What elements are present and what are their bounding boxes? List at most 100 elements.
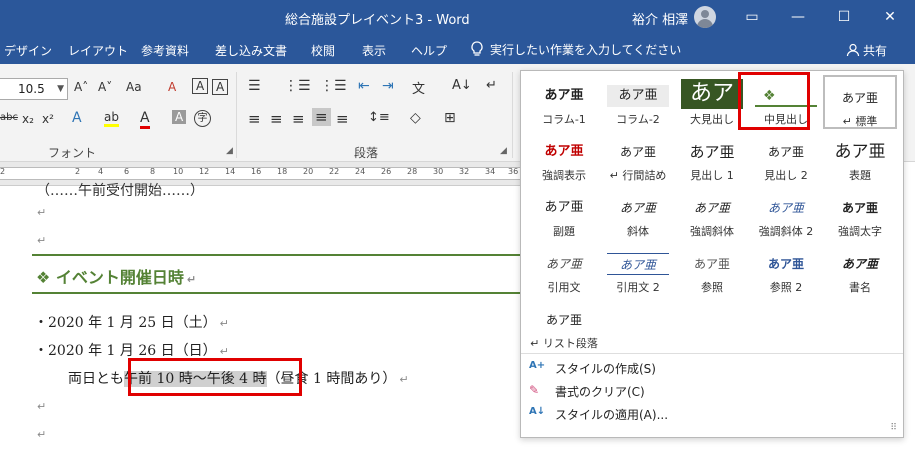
multilevel-list-button[interactable]: ⋮☰ <box>320 78 347 94</box>
clear-formatting-command[interactable]: 書式のクリア(C) <box>555 383 645 400</box>
style-emphasis-display[interactable]: あア亜 強調表示 <box>527 131 601 185</box>
sort-button[interactable]: A↓ <box>452 78 472 93</box>
lightbulb-icon <box>471 41 483 56</box>
increase-indent-button[interactable]: ⇥ <box>382 78 394 94</box>
grow-font-button[interactable]: A˄ <box>74 80 88 94</box>
tab-design[interactable]: デザイン <box>4 42 52 59</box>
style-preview: あア亜 <box>544 88 584 103</box>
user-name[interactable]: 裕介 相澤 <box>632 9 688 28</box>
tab-view[interactable]: 表示 <box>362 42 386 59</box>
align-left-button[interactable]: ≡ <box>248 110 261 128</box>
tab-references[interactable]: 参考資料 <box>141 42 189 59</box>
maximize-button[interactable]: ☐ <box>821 0 867 34</box>
style-column-2[interactable]: あア亜 コラム-2 <box>601 75 675 129</box>
resize-grip-icon[interactable]: ⠿ <box>890 423 897 433</box>
tab-review[interactable]: 校閲 <box>311 42 335 59</box>
ribbon-tab-bar: デザイン レイアウト 参考資料 差し込み文書 校閲 表示 ヘルプ 実行したい作業… <box>0 34 915 64</box>
distributed-button[interactable]: ≡ <box>336 110 349 128</box>
style-list-paragraph[interactable]: あア亜 ↵ リスト段落 <box>527 299 601 353</box>
minimize-button[interactable]: — <box>775 0 821 34</box>
tab-layout[interactable]: レイアウト <box>68 42 128 59</box>
show-marks-button[interactable]: ↵ <box>486 78 497 93</box>
character-shading-button[interactable]: A <box>172 110 187 124</box>
style-subtitle[interactable]: あア亜 副題 <box>527 187 601 241</box>
shading-button[interactable]: ◇ <box>410 110 421 126</box>
character-border-button[interactable]: A <box>212 79 229 95</box>
ruler-number: 8 <box>150 167 156 176</box>
style-name: 強調斜体 <box>690 225 734 238</box>
subscript-button[interactable]: x₂ <box>22 112 34 126</box>
style-quote[interactable]: あア亜 引用文 <box>527 243 601 297</box>
style-preview: あア亜 <box>545 257 582 271</box>
ruler-number: 20 <box>303 167 314 176</box>
numbering-button[interactable]: ⋮☰ <box>284 78 311 94</box>
style-book-title[interactable]: あア亜 書名 <box>823 243 897 297</box>
style-title[interactable]: あア亜 表題 <box>823 131 897 185</box>
apply-styles-command[interactable]: スタイルの適用(A)... <box>555 406 668 423</box>
shrink-font-button[interactable]: A˅ <box>98 80 112 94</box>
style-italic[interactable]: あア亜 斜体 <box>601 187 675 241</box>
style-intense-italic[interactable]: あア亜 強調斜体 <box>675 187 749 241</box>
ruler-number: 12 <box>199 167 210 176</box>
ruler-number: 34 <box>485 167 496 176</box>
font-color-button[interactable]: A <box>140 110 150 129</box>
style-no-spacing[interactable]: あア亜 ↵ 行間詰め <box>601 131 675 185</box>
date-line-1: ・2020 年 1 月 25 日（土） ↵ <box>34 315 229 331</box>
empty-paragraph: ↵ <box>37 234 47 247</box>
font-size-select[interactable]: 10.5 ▼ <box>0 78 68 100</box>
share-button[interactable]: 共有 <box>846 42 887 59</box>
superscript-button[interactable]: x² <box>42 112 54 126</box>
phonetic-guide-button[interactable]: A <box>192 78 209 94</box>
tell-me-text: 実行したい作業を入力してください <box>490 43 682 57</box>
asian-layout-button[interactable]: 文 <box>412 78 425 97</box>
font-size-value: 10.5 <box>18 82 45 96</box>
callout-highlight-selection <box>128 358 302 396</box>
style-column-1[interactable]: あア亜 コラム-1 <box>527 75 601 129</box>
create-style-command[interactable]: スタイルの作成(S) <box>555 360 656 377</box>
borders-button[interactable]: ⊞ <box>444 110 456 126</box>
cut-off-line: （……午前受付開始……） <box>36 183 204 199</box>
tab-help[interactable]: ヘルプ <box>411 42 447 59</box>
group-separator <box>512 72 513 158</box>
style-strong[interactable]: あア亜 強調太字 <box>823 187 897 241</box>
tell-me-search[interactable]: 実行したい作業を入力してください <box>470 41 681 58</box>
style-preview: あア亜 <box>693 257 730 271</box>
ruler-number: 2 <box>75 167 81 176</box>
text-effects-button[interactable]: A <box>72 110 82 126</box>
style-heading-1[interactable]: あア亜 見出し 1 <box>675 131 749 185</box>
style-normal[interactable]: あア亜 ↵ 標準 <box>823 75 897 129</box>
close-button[interactable]: ✕ <box>867 0 913 34</box>
style-reference[interactable]: あア亜 参照 <box>675 243 749 297</box>
clear-formatting-button[interactable]: A <box>168 80 176 94</box>
title-bar: 総合施設プレイベント3 - Word 裕介 相澤 ▭ — ☐ ✕ <box>0 0 915 34</box>
strikethrough-button[interactable]: abc <box>0 112 18 123</box>
group-separator <box>236 72 237 158</box>
style-preview: あア亜 <box>607 253 669 275</box>
justify-button[interactable]: ≡ <box>312 108 331 126</box>
style-name: 斜体 <box>627 225 649 238</box>
style-gallery-dropdown: あア亜 コラム-1 あア亜 コラム-2 あア 大見出し ❖ 中見出し あア亜 ↵… <box>520 70 904 438</box>
style-preview: あア亜 <box>607 85 669 107</box>
enclose-characters-button[interactable]: 字 <box>194 110 211 127</box>
style-quote-2[interactable]: あア亜 引用文 2 <box>601 243 675 297</box>
avatar[interactable] <box>694 6 716 28</box>
align-right-button[interactable]: ≡ <box>292 110 305 128</box>
paragraph-dialog-launcher-icon[interactable]: ◢ <box>500 146 507 156</box>
ribbon-display-options-button[interactable]: ▭ <box>729 0 775 34</box>
style-intense-italic-2[interactable]: あア亜 強調斜体 2 <box>749 187 823 241</box>
align-center-button[interactable]: ≡ <box>270 110 283 128</box>
style-preview: あア亜 <box>619 145 656 159</box>
decrease-indent-button[interactable]: ⇤ <box>358 78 370 94</box>
style-name: 見出し 2 <box>764 169 808 182</box>
tab-mailings[interactable]: 差し込み文書 <box>215 42 287 59</box>
bullets-button[interactable]: ☰ <box>248 78 261 94</box>
empty-paragraph: ↵ <box>37 428 47 441</box>
line-spacing-button[interactable]: ↕≡ <box>368 110 390 125</box>
highlight-button[interactable]: ab <box>104 110 119 127</box>
change-case-button[interactable]: Aa <box>126 80 142 94</box>
style-reference-2[interactable]: あア亜 参照 2 <box>749 243 823 297</box>
font-dialog-launcher-icon[interactable]: ◢ <box>226 146 233 156</box>
ruler-number: 18 <box>277 167 288 176</box>
style-heading-2[interactable]: あア亜 見出し 2 <box>749 131 823 185</box>
document-page[interactable]: （……午前受付開始……） ↵ ↵ ❖ イベント開催日時 ↵ ・2020 年 1 月… <box>0 183 520 449</box>
